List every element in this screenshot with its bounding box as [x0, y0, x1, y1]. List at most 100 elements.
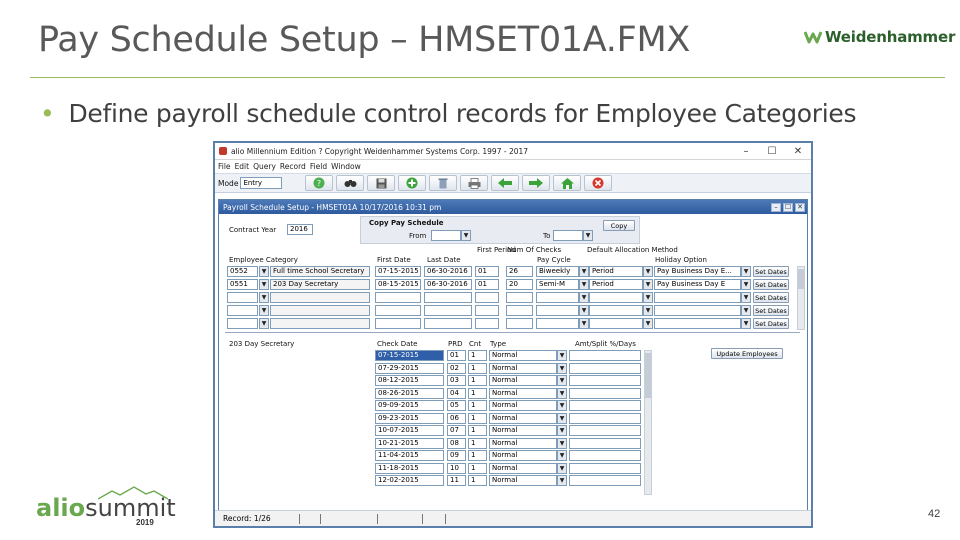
cnt-field[interactable]: 1 — [468, 350, 487, 361]
set-dates-button[interactable]: Set Dates — [753, 266, 789, 277]
update-employees-button[interactable]: Update Employees — [711, 348, 783, 359]
first-period-field[interactable]: 01 — [475, 266, 499, 277]
next-button[interactable] — [522, 175, 551, 191]
category-code-field[interactable] — [227, 305, 258, 316]
last-date-field[interactable] — [424, 318, 472, 329]
set-dates-button[interactable]: Set Dates — [753, 305, 789, 316]
amt-split-field[interactable] — [569, 362, 641, 374]
type-dropdown[interactable]: ▼ — [557, 350, 567, 361]
type-field[interactable]: Normal — [489, 475, 557, 486]
last-date-field[interactable]: 06-30-2016 — [424, 279, 472, 290]
first-date-field[interactable] — [375, 305, 421, 316]
category-lov-button[interactable]: ▼ — [259, 266, 269, 277]
first-date-field[interactable]: 07-15-2015 — [375, 266, 421, 277]
category-code-field[interactable]: 0551 — [227, 279, 258, 290]
type-field[interactable]: Normal — [489, 412, 557, 424]
minimize-button[interactable]: – — [733, 146, 759, 157]
print-button[interactable] — [460, 175, 489, 191]
allocation-method-field[interactable]: Period — [589, 279, 643, 290]
holiday-option-dropdown[interactable]: ▼ — [741, 292, 751, 303]
category-code-field[interactable] — [227, 292, 258, 303]
cnt-field[interactable]: 1 — [468, 412, 487, 424]
pay-cycle-dropdown[interactable]: ▼ — [579, 266, 589, 277]
num-checks-field[interactable] — [506, 292, 533, 303]
amt-split-field[interactable] — [569, 425, 641, 436]
prd-field[interactable]: 09 — [447, 450, 466, 461]
form-maximize-button[interactable]: ☐ — [783, 202, 793, 212]
cnt-field[interactable]: 1 — [468, 437, 487, 449]
prd-field[interactable]: 10 — [447, 462, 466, 474]
prd-field[interactable]: 05 — [447, 400, 466, 411]
check-date-field[interactable]: 07-15-2015 — [375, 350, 444, 361]
cnt-field[interactable]: 1 — [468, 462, 487, 474]
menu-record[interactable]: Record — [280, 162, 306, 171]
allocation-method-dropdown[interactable]: ▼ — [643, 266, 653, 277]
pay-cycle-field[interactable]: Biweekly — [536, 266, 579, 277]
type-dropdown[interactable]: ▼ — [557, 450, 567, 461]
amt-split-field[interactable] — [569, 400, 641, 411]
category-lov-button[interactable]: ▼ — [259, 292, 269, 303]
first-period-field[interactable] — [475, 292, 499, 303]
copy-from-dropdown[interactable]: ▼ — [461, 230, 471, 241]
type-dropdown[interactable]: ▼ — [557, 425, 567, 436]
pay-cycle-field[interactable] — [536, 292, 579, 303]
type-dropdown[interactable]: ▼ — [557, 375, 567, 386]
type-field[interactable]: Normal — [489, 387, 557, 399]
holiday-option-field[interactable]: Pay Business Day E — [654, 279, 741, 290]
amt-split-field[interactable] — [569, 375, 641, 386]
check-scrollbar[interactable] — [644, 350, 652, 495]
prd-field[interactable]: 08 — [447, 437, 466, 449]
first-period-field[interactable] — [475, 305, 499, 316]
num-checks-field[interactable]: 20 — [506, 279, 533, 290]
holiday-option-field[interactable] — [654, 318, 741, 329]
pay-cycle-field[interactable] — [536, 318, 579, 329]
pay-cycle-dropdown[interactable]: ▼ — [579, 318, 589, 329]
pay-cycle-dropdown[interactable]: ▼ — [579, 279, 589, 290]
last-date-field[interactable] — [424, 305, 472, 316]
pay-cycle-field[interactable] — [536, 305, 579, 316]
help-button[interactable]: ? — [305, 175, 334, 191]
num-checks-field[interactable] — [506, 305, 533, 316]
category-code-field[interactable] — [227, 318, 258, 329]
cnt-field[interactable]: 1 — [468, 450, 487, 461]
check-date-field[interactable]: 11-18-2015 — [375, 462, 444, 474]
allocation-method-dropdown[interactable]: ▼ — [643, 292, 653, 303]
first-date-field[interactable]: 08-15-2015 — [375, 279, 421, 290]
type-dropdown[interactable]: ▼ — [557, 475, 567, 486]
form-close-button[interactable]: ✕ — [795, 202, 805, 212]
maximize-button[interactable]: ☐ — [759, 146, 785, 157]
allocation-method-field[interactable] — [589, 292, 643, 303]
type-field[interactable]: Normal — [489, 362, 557, 374]
set-dates-button[interactable]: Set Dates — [753, 279, 789, 290]
allocation-method-field[interactable] — [589, 305, 643, 316]
menu-edit[interactable]: Edit — [235, 162, 250, 171]
amt-split-field[interactable] — [569, 412, 641, 424]
amt-split-field[interactable] — [569, 450, 641, 461]
cnt-field[interactable]: 1 — [468, 425, 487, 436]
category-lov-button[interactable]: ▼ — [259, 305, 269, 316]
cnt-field[interactable]: 1 — [468, 400, 487, 411]
type-dropdown[interactable]: ▼ — [557, 412, 567, 424]
cnt-field[interactable]: 1 — [468, 475, 487, 486]
pay-cycle-dropdown[interactable]: ▼ — [579, 292, 589, 303]
copy-button[interactable]: Copy — [603, 220, 635, 231]
type-dropdown[interactable]: ▼ — [557, 462, 567, 474]
close-window-button[interactable]: ✕ — [785, 146, 811, 157]
type-field[interactable]: Normal — [489, 375, 557, 386]
set-dates-button[interactable]: Set Dates — [753, 292, 789, 303]
check-date-field[interactable]: 09-23-2015 — [375, 412, 444, 424]
amt-split-field[interactable] — [569, 437, 641, 449]
allocation-method-dropdown[interactable]: ▼ — [643, 279, 653, 290]
allocation-method-field[interactable]: Period — [589, 266, 643, 277]
copy-to-field[interactable] — [553, 230, 583, 241]
last-date-field[interactable] — [424, 292, 472, 303]
type-field[interactable]: Normal — [489, 400, 557, 411]
exit-button[interactable] — [584, 175, 613, 191]
num-checks-field[interactable] — [506, 318, 533, 329]
type-field[interactable]: Normal — [489, 350, 557, 361]
cnt-field[interactable]: 1 — [468, 375, 487, 386]
holiday-option-dropdown[interactable]: ▼ — [741, 305, 751, 316]
pay-cycle-dropdown[interactable]: ▼ — [579, 305, 589, 316]
category-lov-button[interactable]: ▼ — [259, 279, 269, 290]
type-dropdown[interactable]: ▼ — [557, 362, 567, 374]
